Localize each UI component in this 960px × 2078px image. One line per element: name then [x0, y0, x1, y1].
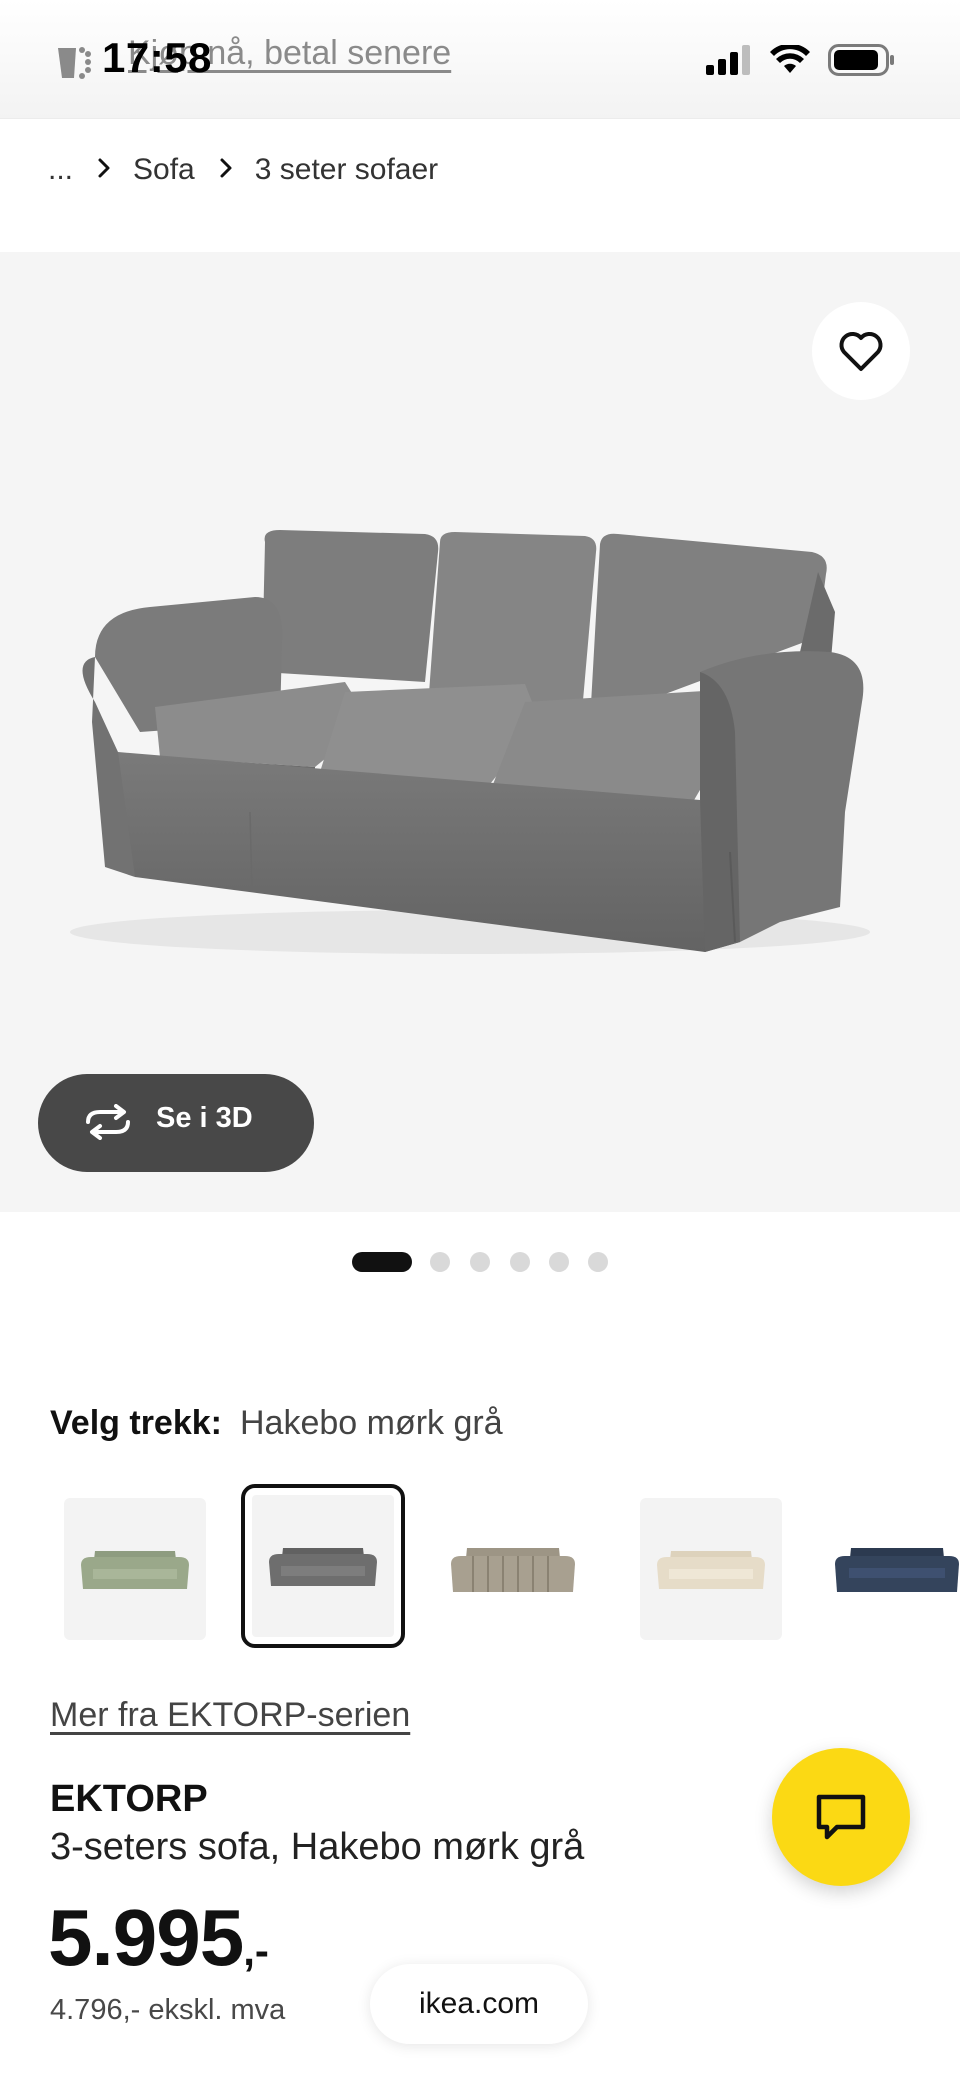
- fabric-selector-heading: Velg trekk: Hakebo mørk grå: [50, 1404, 503, 1443]
- site-address-pill[interactable]: ikea.com: [370, 1964, 588, 2044]
- shopping-bag-icon: [56, 40, 104, 89]
- status-time: 17:58: [102, 34, 212, 81]
- price-excl-vat: 4.796,- ekskl. mva: [50, 1994, 286, 2026]
- price-suffix: ,-: [243, 1927, 269, 1974]
- wifi-icon: [770, 45, 810, 73]
- carousel-dot[interactable]: [588, 1252, 608, 1272]
- battery-icon: [828, 44, 894, 76]
- carousel-dot[interactable]: [510, 1252, 530, 1272]
- sofa-thumbnail: [81, 1551, 189, 1589]
- carousel-indicator: [0, 1250, 960, 1274]
- fabric-swatch-green[interactable]: [64, 1498, 206, 1640]
- breadcrumb-ellipsis[interactable]: ...: [48, 153, 73, 187]
- fabric-selected-value: Hakebo mørk grå: [239, 1404, 503, 1442]
- product-price: 5.995,-: [48, 1892, 269, 1982]
- chevron-right-icon: [219, 153, 233, 187]
- price-amount: 5.995: [48, 1893, 244, 1982]
- favorite-button[interactable]: [812, 302, 910, 400]
- product-name: EKTORP: [50, 1778, 208, 1820]
- view-3d-button[interactable]: Se i 3D: [38, 1074, 314, 1172]
- sofa-image: [70, 530, 870, 954]
- chevron-right-icon: [97, 153, 111, 187]
- product-image-carousel[interactable]: Se i 3D: [0, 252, 960, 1212]
- fabric-swatch-list: [0, 1484, 960, 1654]
- view-3d-label: Se i 3D: [156, 1102, 253, 1134]
- heart-icon: [839, 332, 883, 371]
- sofa-thumbnail: [657, 1551, 765, 1589]
- carousel-dot[interactable]: [549, 1252, 569, 1272]
- fabric-swatch-cream[interactable]: [640, 1498, 782, 1640]
- sofa-thumbnail: [451, 1548, 575, 1592]
- fabric-label: Velg trekk:: [50, 1404, 222, 1442]
- system-icons: [706, 44, 896, 76]
- sofa-thumbnail: [835, 1548, 959, 1592]
- fabric-swatch-dark-blue[interactable]: [826, 1498, 960, 1640]
- carousel-dot[interactable]: [430, 1252, 450, 1272]
- breadcrumb: ... Sofa 3 seter sofaer: [48, 148, 438, 192]
- breadcrumb-item-3-seter[interactable]: 3 seter sofaer: [255, 153, 438, 187]
- carousel-dot[interactable]: [470, 1252, 490, 1272]
- carousel-dot-active[interactable]: [352, 1252, 412, 1272]
- breadcrumb-item-sofa[interactable]: Sofa: [133, 153, 195, 187]
- fabric-swatch-dark-grey[interactable]: [241, 1484, 405, 1648]
- rotate-3d-icon: [82, 1104, 134, 1145]
- chat-button[interactable]: [772, 1748, 910, 1886]
- sofa-thumbnail: [269, 1548, 377, 1586]
- series-link[interactable]: Mer fra EKTORP-serien: [50, 1696, 410, 1735]
- status-bar: Kjøp nå, betal senere 17:58: [0, 0, 960, 119]
- chat-icon: [816, 1794, 866, 1840]
- signal-icon: [706, 45, 750, 75]
- fabric-swatch-stripe[interactable]: [442, 1498, 584, 1640]
- product-description: 3-seters sofa, Hakebo mørk grå: [50, 1826, 585, 1868]
